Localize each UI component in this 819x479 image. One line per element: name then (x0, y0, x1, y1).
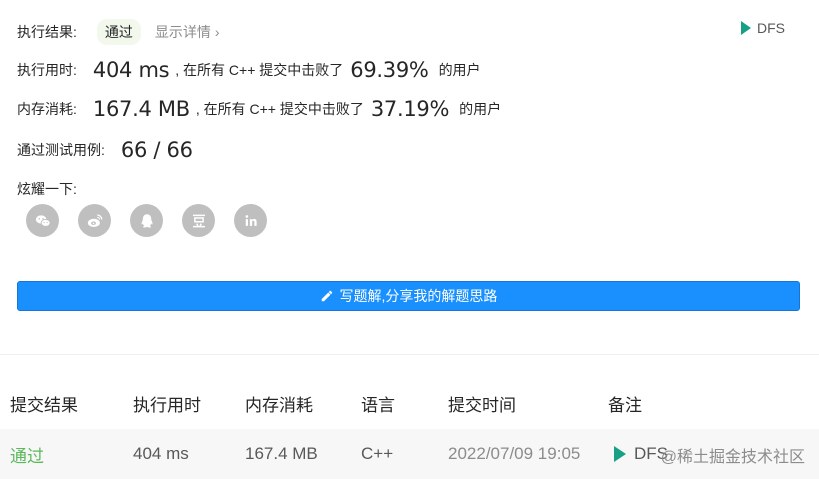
memory-beat-text: , 在所有 C++ 提交中击败了 (195, 101, 364, 117)
runtime-beat-text: , 在所有 C++ 提交中击败了 (175, 62, 344, 78)
share-row: 炫耀一下: (17, 179, 77, 199)
runtime-value: 404 ms (92, 58, 170, 82)
testcases-value: 66 / 66 (120, 138, 193, 162)
memory-label: 内存消耗: (17, 101, 77, 117)
result-label: 执行结果: (17, 24, 77, 40)
qq-icon[interactable] (130, 204, 163, 237)
runtime-label: 执行用时: (17, 62, 77, 78)
header-language[interactable]: 语言 (361, 391, 395, 416)
testcases-label: 通过测试用例: (17, 142, 105, 158)
chevron-right-icon: › (214, 24, 220, 40)
row-memory: 167.4 MB (245, 444, 318, 463)
show-details-label: 显示详情 (154, 24, 211, 40)
runtime-suffix: 的用户 (438, 62, 481, 78)
tag-dfs[interactable]: DFS (741, 20, 785, 36)
header-runtime[interactable]: 执行用时 (133, 391, 201, 416)
flag-icon (741, 21, 751, 35)
header-result[interactable]: 提交结果 (10, 391, 78, 416)
watermark: @稀土掘金技术社区 (660, 449, 805, 466)
linkedin-icon[interactable] (234, 204, 267, 237)
share-icons (26, 204, 267, 237)
header-note: 备注 (608, 395, 642, 415)
tag-dfs-label: DFS (757, 20, 785, 36)
write-solution-button[interactable]: 写题解,分享我的解题思路 (17, 281, 800, 311)
runtime-row: 执行用时: 404 ms , 在所有 C++ 提交中击败了 69.39% 的用户 (17, 58, 481, 82)
douban-icon[interactable] (182, 204, 215, 237)
header-submit-time[interactable]: 提交时间 (448, 391, 516, 416)
share-label: 炫耀一下: (17, 181, 77, 197)
testcases-row: 通过测试用例: 66 / 66 (17, 138, 193, 162)
pencil-icon (321, 290, 332, 302)
runtime-percent: 69.39% (350, 58, 429, 82)
section-divider (0, 354, 819, 355)
row-submit-time: 2022/07/09 19:05 (448, 444, 581, 463)
memory-value: 167.4 MB (92, 97, 190, 121)
status-badge: 通过 (96, 19, 141, 45)
result-row: 执行结果: 通过 显示详情 › (17, 19, 220, 45)
memory-row: 内存消耗: 167.4 MB , 在所有 C++ 提交中击败了 37.19% 的… (17, 97, 501, 121)
memory-percent: 37.19% (370, 97, 450, 121)
wechat-icon[interactable] (26, 204, 59, 237)
header-memory[interactable]: 内存消耗 (245, 391, 313, 416)
write-solution-label: 写题解,分享我的解题思路 (339, 288, 498, 304)
flag-icon (614, 446, 626, 462)
row-runtime: 404 ms (133, 444, 189, 463)
row-language: C++ (361, 444, 394, 463)
memory-suffix: 的用户 (459, 101, 502, 117)
show-details-link[interactable]: 显示详情 › (155, 22, 220, 42)
row-result-link[interactable]: 通过 (10, 442, 44, 467)
table-header: 提交结果 执行用时 内存消耗 语言 提交时间 备注 (0, 384, 819, 422)
weibo-icon[interactable] (78, 204, 111, 237)
